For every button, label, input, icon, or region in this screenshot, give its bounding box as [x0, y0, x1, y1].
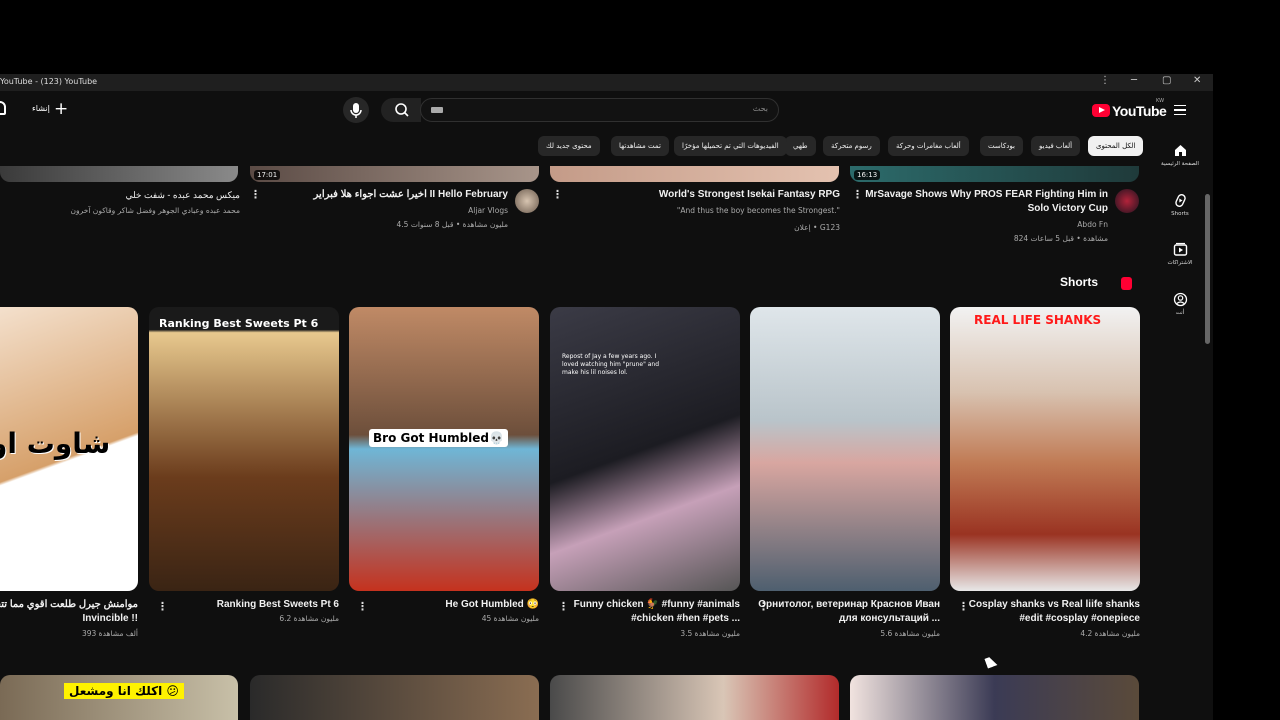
short-overlay-text: Bro Got Humbled💀	[369, 429, 508, 447]
window-more-icon[interactable]: ⋮	[1100, 75, 1110, 86]
video-title[interactable]: World's Strongest Isekai Fantasy RPG	[560, 188, 840, 202]
short-title[interactable]: Орнитолог, ветеринар Краснов Иван для ко…	[750, 598, 940, 626]
video-channel: Aljar Vlogs	[468, 206, 508, 215]
video-thumbnail[interactable]: 16:13	[850, 166, 1139, 182]
ad-description: "And thus the boy becomes the Strongest.…	[676, 206, 840, 215]
short-thumbnail[interactable]: REAL LIFE SHANKS	[950, 307, 1140, 591]
video-duration: 17:01	[254, 170, 281, 180]
short-views: 6.2 مليون مشاهدة	[279, 614, 339, 623]
short-thumbnail[interactable]: Repost of Jay a few years ago. I loved w…	[550, 307, 740, 591]
search-placeholder: بحث	[752, 104, 768, 113]
filter-chips: الكل المحتوى ألعاب فيديو بودكاست ألعاب م…	[0, 134, 1150, 160]
short-overlay-text: Ranking Best Sweets Pt 6	[159, 317, 319, 330]
short-title[interactable]: Cosplay shanks vs Real liife shanks #edi…	[950, 598, 1140, 626]
title-bar: YouTube - (123) YouTube ⋮ ─ ▢ ✕	[0, 74, 1213, 91]
short-title[interactable]: Funny chicken 🐓 #funny #animals #chicken…	[550, 598, 740, 626]
guide-label-subscriptions: الاشتراكات	[1167, 260, 1193, 266]
short-overlay-text: REAL LIFE SHANKS	[974, 313, 1102, 327]
youtube-play-icon	[1092, 104, 1110, 117]
chip-new-to-you[interactable]: محتوى جديد لك	[538, 136, 600, 156]
window-title: YouTube - (123) YouTube	[0, 77, 98, 86]
microphone-icon	[350, 103, 362, 118]
shorts-icon	[1174, 194, 1186, 207]
video-title[interactable]: اخيرا عشت اجواء هلا فبراير II Hello Febr…	[250, 188, 508, 202]
short-thumbnail[interactable]: Ranking Best Sweets Pt 6	[149, 307, 339, 591]
shorts-shelf-title: Shorts	[1060, 275, 1099, 289]
short-overlay-text: Repost of Jay a few years ago. I loved w…	[562, 353, 660, 376]
guide-item-shorts[interactable]: Shorts	[1150, 193, 1210, 217]
short-thumbnail[interactable]	[750, 307, 940, 591]
logo-wordmark: YouTube	[1112, 103, 1167, 119]
guide-item-home[interactable]: الصفحة الرئيسية	[1150, 143, 1210, 167]
video-duration: 16:13	[854, 170, 881, 180]
chip-podcasts[interactable]: بودكاست	[980, 136, 1023, 156]
short-title[interactable]: موامنش جيرل طلعت اقوي مما تتخيل ‏Invinci…	[0, 598, 138, 626]
guide-label-home: الصفحة الرئيسية	[1161, 161, 1199, 167]
guide-item-you[interactable]: أنت	[1150, 292, 1210, 316]
chip-animation[interactable]: رسوم متحركة	[823, 136, 880, 156]
text-cursor	[431, 107, 443, 113]
ad-meta: إعلان • G123	[794, 223, 840, 232]
video-meta: 4.5 مليون مشاهدة • قبل 8 سنوات	[396, 220, 509, 229]
guide-label-shorts: Shorts	[1171, 211, 1189, 217]
search-icon	[395, 103, 409, 117]
short-thumbnail[interactable]: شاوت او	[0, 307, 138, 591]
video-thumbnail[interactable]: 17:01	[250, 166, 539, 182]
you-icon	[1173, 292, 1187, 307]
search-input[interactable]: بحث	[420, 98, 779, 122]
video-thumbnail[interactable]: اكلك انا ومشعل 😕	[0, 675, 238, 720]
maximize-icon[interactable]: ▢	[1162, 75, 1171, 86]
short-views: 45 مليون مشاهدة	[481, 614, 539, 623]
chip-cooking[interactable]: طهي	[785, 136, 816, 156]
short-views: 3.5 مليون مشاهدة	[680, 629, 740, 638]
more-options-icon[interactable]: ⋮	[852, 188, 863, 201]
chip-recently-uploaded[interactable]: الفيديوهات التي تم تحميلها مؤخرًا	[674, 136, 787, 156]
channel-avatar[interactable]	[1115, 189, 1139, 213]
video-overlay-text: اكلك انا ومشعل 😕	[64, 683, 184, 699]
close-icon[interactable]: ✕	[1193, 75, 1201, 86]
short-title[interactable]: Ranking Best Sweets Pt 6	[149, 598, 339, 612]
country-code: KW	[1156, 98, 1165, 104]
guide-item-subscriptions[interactable]: الاشتراكات	[1150, 242, 1210, 266]
video-channel: Abdo Fn	[1077, 220, 1108, 229]
video-thumbnail[interactable]	[250, 675, 539, 720]
guide-label-you: أنت	[1175, 310, 1185, 316]
video-meta: 824 مشاهدة • قبل 5 ساعات	[1013, 234, 1108, 243]
subscriptions-icon	[1173, 242, 1187, 256]
short-views: 393 ألف مشاهدة	[81, 629, 138, 638]
video-title[interactable]: MrSavage Shows Why PROS FEAR Fighting Hi…	[864, 188, 1108, 216]
chip-action-adventure[interactable]: ألعاب مغامرات وحركة	[888, 136, 969, 156]
chip-all[interactable]: الكل المحتوى	[1088, 136, 1144, 156]
chip-video-games[interactable]: ألعاب فيديو	[1031, 136, 1081, 156]
video-title[interactable]: ميكس محمد عبده - شفت خلي	[0, 188, 240, 202]
short-views: 4.2 مليون مشاهدة	[1080, 629, 1140, 638]
short-thumbnail[interactable]: Bro Got Humbled💀	[349, 307, 539, 591]
notification-icon[interactable]	[0, 101, 6, 115]
minimize-icon[interactable]: ─	[1131, 75, 1137, 86]
video-thumbnail[interactable]	[550, 166, 839, 182]
video-thumbnail[interactable]	[0, 166, 238, 182]
search-button[interactable]	[381, 98, 421, 122]
menu-icon[interactable]	[1174, 105, 1186, 115]
browser-window: YouTube - (123) YouTube ⋮ ─ ▢ ✕ إنشاء + …	[0, 74, 1213, 720]
short-title[interactable]: He Got Humbled 😳	[349, 598, 539, 612]
short-overlay-text: شاوت او	[0, 427, 111, 460]
video-thumbnail[interactable]	[550, 675, 839, 720]
home-icon	[1174, 145, 1186, 156]
plus-icon: +	[54, 99, 69, 119]
create-label: إنشاء	[32, 104, 50, 113]
short-views: 5.6 مليون مشاهدة	[880, 629, 940, 638]
video-thumbnail[interactable]	[850, 675, 1139, 720]
voice-search-button[interactable]	[343, 97, 369, 123]
shorts-logo-icon	[1121, 277, 1132, 290]
chip-watched[interactable]: تمت مشاهدتها	[611, 136, 669, 156]
masthead: إنشاء + بحث YouTube KW	[0, 91, 1213, 131]
channel-avatar[interactable]	[515, 189, 539, 213]
page-scrollbar[interactable]	[1205, 194, 1210, 344]
video-channel: محمد عبده وعبادي الجوهر وفضل شاكر وقاكون…	[70, 206, 240, 215]
